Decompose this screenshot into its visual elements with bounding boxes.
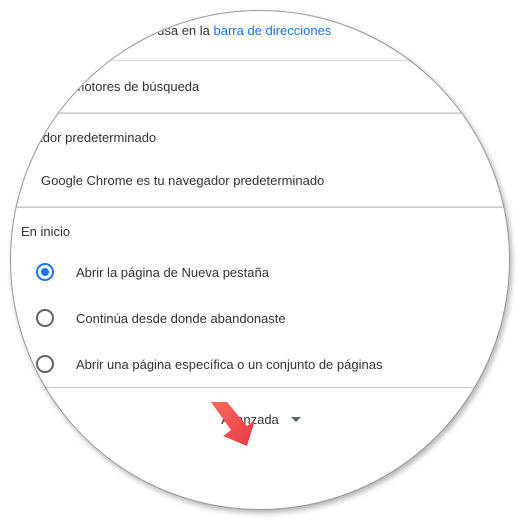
default-browser-section: egador predeterminado Google Chrome es t… <box>10 114 510 208</box>
advanced-label: Avanzada <box>221 412 279 427</box>
startup-option-label: Continúa desde donde abandonaste <box>76 311 286 326</box>
radio-selected-icon <box>36 263 54 281</box>
startup-option-label: Abrir una página específica o un conjunt… <box>76 357 382 372</box>
startup-option-new-tab[interactable]: Abrir la página de Nueva pestaña <box>10 249 510 295</box>
radio-unselected-icon <box>36 355 54 373</box>
address-bar-link[interactable]: barra de direcciones <box>214 23 332 38</box>
on-startup-header: En inicio <box>10 208 510 249</box>
default-browser-header: egador predeterminado <box>10 114 510 155</box>
search-engine-value[interactable]: Google <box>471 23 510 38</box>
search-engine-section: úsqueda que se usa en la barra de direcc… <box>10 10 510 114</box>
startup-option-continue[interactable]: Continúa desde donde abandonaste <box>10 295 510 341</box>
on-startup-section: En inicio Abrir la página de Nueva pesta… <box>10 208 510 388</box>
default-browser-status: Google Chrome es tu navegador predetermi… <box>41 173 324 188</box>
advanced-toggle[interactable]: Avanzada <box>10 394 510 445</box>
startup-option-label: Abrir la página de Nueva pestaña <box>76 265 269 280</box>
manage-search-engines-row[interactable]: istrar motores de búsqueda <box>10 61 510 113</box>
default-browser-status-row: Google Chrome es tu navegador predetermi… <box>10 155 510 207</box>
search-engine-row[interactable]: úsqueda que se usa en la barra de direcc… <box>10 10 510 61</box>
search-engine-description: úsqueda que se usa en la barra de direcc… <box>61 23 331 38</box>
startup-option-specific[interactable]: Abrir una página específica o un conjunt… <box>10 341 510 387</box>
manage-search-engines-label: istrar motores de búsqueda <box>41 79 199 94</box>
chevron-down-icon <box>291 417 301 422</box>
settings-content: úsqueda que se usa en la barra de direcc… <box>10 10 510 445</box>
radio-unselected-icon <box>36 309 54 327</box>
